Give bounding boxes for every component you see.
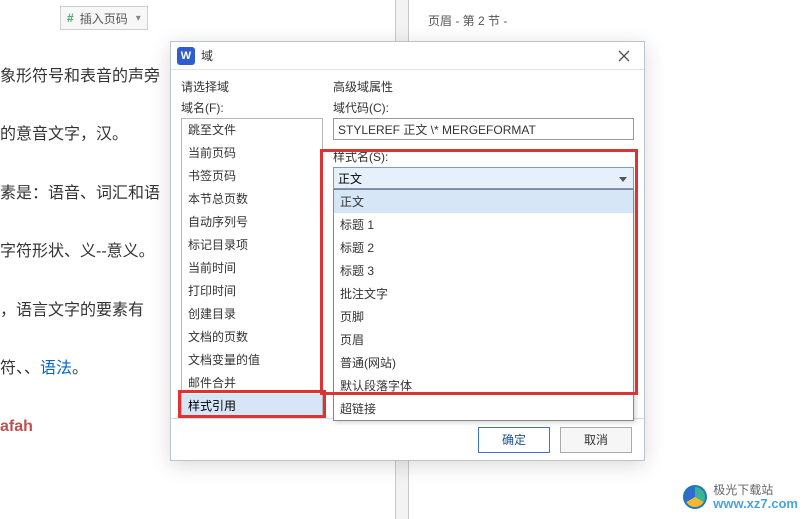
cancel-button[interactable]: 取消 xyxy=(560,427,632,453)
field-list-item[interactable]: 邮件合并 xyxy=(182,371,322,394)
style-option[interactable]: 标题 3 xyxy=(334,259,633,282)
style-option[interactable]: 超链接 xyxy=(334,397,633,420)
field-list-item[interactable]: 标记目录项 xyxy=(182,233,322,256)
style-option[interactable]: 标题 1 xyxy=(334,213,633,236)
app-icon: W xyxy=(177,47,195,65)
field-list-item[interactable]: 跳至文件 xyxy=(182,118,322,141)
field-name-label: 域名(F): xyxy=(181,99,323,116)
field-list-item[interactable]: 文档的页数 xyxy=(182,325,322,348)
field-code-label: 域代码(C): xyxy=(333,99,634,116)
style-name-combobox[interactable]: 正文 正文标题 1标题 2标题 3批注文字页脚页眉普通(网站)默认段落字体超链接 xyxy=(333,167,634,189)
site-url: www.xz7.com xyxy=(713,497,798,511)
field-dialog: W 域 请选择域 域名(F): 公式跳至文件当前页码书签页码本节总页数自动序列号… xyxy=(170,41,645,461)
field-list-item[interactable]: 样式引用 xyxy=(182,394,322,417)
hyperlink-text[interactable]: 语法 xyxy=(40,360,72,377)
field-code-input[interactable] xyxy=(333,118,634,140)
style-option[interactable]: 正文 xyxy=(334,190,633,213)
style-name-selected[interactable]: 正文 xyxy=(333,167,634,189)
site-logo-icon xyxy=(683,485,707,509)
field-list-item[interactable]: 打印时间 xyxy=(182,279,322,302)
dialog-title: 域 xyxy=(201,47,610,64)
insert-page-number-label: 插入页码 xyxy=(80,10,128,27)
field-list-item[interactable]: 本节总页数 xyxy=(182,187,322,210)
site-watermark: 极光下载站 www.xz7.com xyxy=(683,484,798,511)
close-button[interactable] xyxy=(610,45,638,67)
style-option[interactable]: 普通(网站) xyxy=(334,351,633,374)
field-list-item[interactable]: 创建目录 xyxy=(182,302,322,325)
page-number-icon: # xyxy=(67,11,74,25)
select-field-group-label: 请选择域 xyxy=(181,78,323,95)
insert-page-number-toolbar[interactable]: # 插入页码 ▾ xyxy=(60,6,148,30)
site-name-cn: 极光下载站 xyxy=(713,484,798,497)
dialog-footer: 确定 取消 xyxy=(171,418,644,460)
advanced-properties-label: 高级域属性 xyxy=(333,78,634,95)
spellcheck-word: afah xyxy=(0,418,33,435)
header-section-label: 页眉 - 第 2 节 - xyxy=(428,12,507,29)
field-list-item[interactable]: 书签页码 xyxy=(182,164,322,187)
close-icon xyxy=(618,50,630,62)
field-list-item[interactable]: 文档变量的值 xyxy=(182,348,322,371)
ok-button[interactable]: 确定 xyxy=(478,427,550,453)
style-option[interactable]: 默认段落字体 xyxy=(334,374,633,397)
style-name-dropdown[interactable]: 正文标题 1标题 2标题 3批注文字页脚页眉普通(网站)默认段落字体超链接 xyxy=(333,189,634,421)
style-option[interactable]: 页脚 xyxy=(334,305,633,328)
field-list-item[interactable]: 当前时间 xyxy=(182,256,322,279)
style-option[interactable]: 批注文字 xyxy=(334,282,633,305)
dialog-titlebar: W 域 xyxy=(171,42,644,70)
style-name-label: 样式名(S): xyxy=(333,148,634,165)
field-list-item[interactable]: 自动序列号 xyxy=(182,210,322,233)
field-name-listbox[interactable]: 公式跳至文件当前页码书签页码本节总页数自动序列号标记目录项当前时间打印时间创建目… xyxy=(181,118,323,418)
field-list-item[interactable]: 当前页码 xyxy=(182,141,322,164)
chevron-down-icon: ▾ xyxy=(136,13,141,24)
style-option[interactable]: 页眉 xyxy=(334,328,633,351)
style-option[interactable]: 标题 2 xyxy=(334,236,633,259)
